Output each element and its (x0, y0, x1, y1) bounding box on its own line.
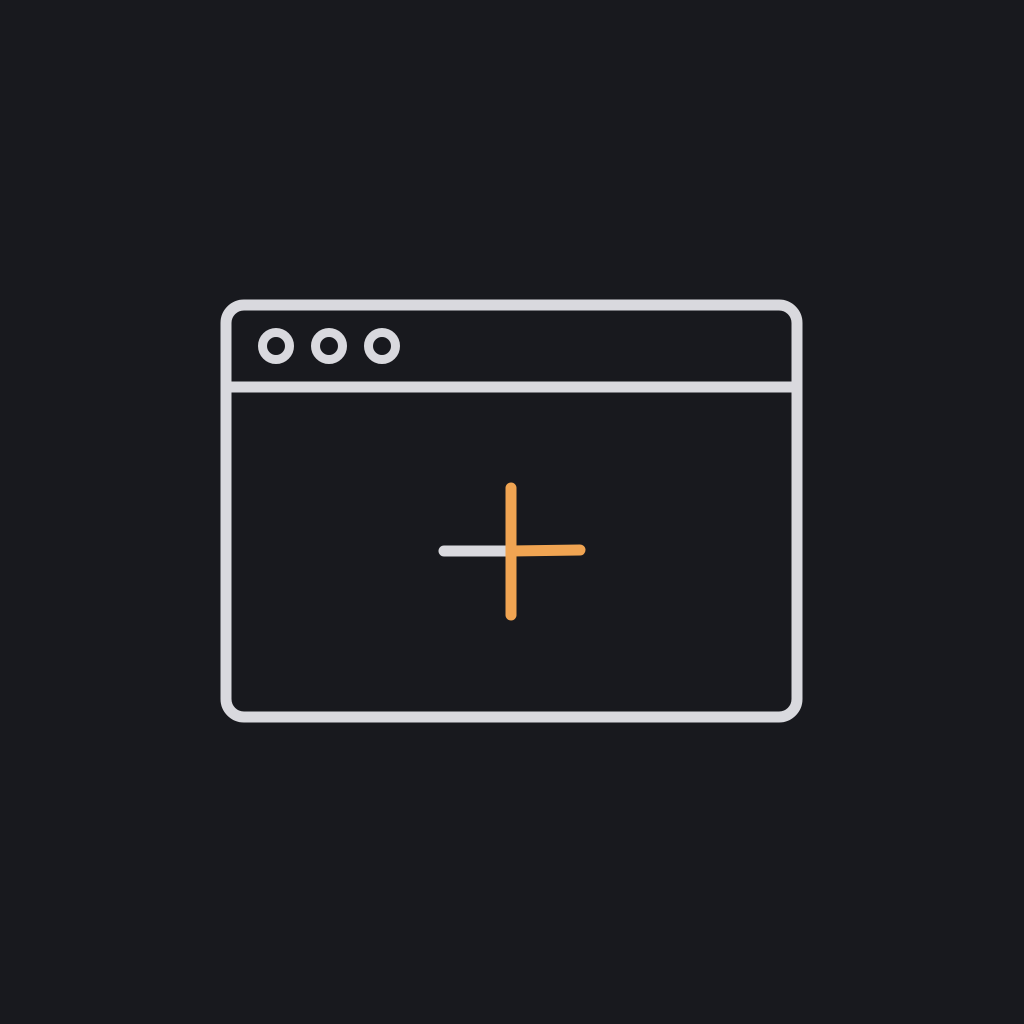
window-dot-3-icon (364, 328, 400, 364)
new-window-icon (220, 299, 803, 723)
window-dot-2-icon (311, 328, 347, 364)
plus-icon (438, 482, 586, 621)
window-dot-1-icon (258, 328, 294, 364)
icon-canvas (0, 0, 1024, 1024)
plus-horizontal-right (505, 544, 586, 557)
